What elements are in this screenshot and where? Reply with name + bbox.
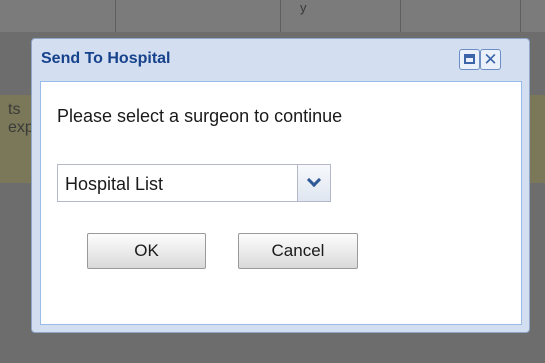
ok-button[interactable]: OK <box>87 233 206 269</box>
hospital-select[interactable]: Hospital List <box>57 164 331 202</box>
column-divider <box>520 0 521 32</box>
background-header-bar: y <box>0 0 545 32</box>
column-divider <box>115 0 116 32</box>
hospital-select-value: Hospital List <box>65 174 164 194</box>
cancel-button[interactable]: Cancel <box>238 233 358 269</box>
column-divider <box>400 0 401 32</box>
dialog-prompt: Please select a surgeon to continue <box>57 106 343 126</box>
hospital-select-trigger[interactable] <box>297 165 330 201</box>
maximize-icon <box>464 54 475 64</box>
dialog-titlebar[interactable]: Send To Hospital ✕ <box>32 39 529 81</box>
send-to-hospital-dialog: Send To Hospital ✕ Please select a surge… <box>31 38 530 333</box>
chevron-down-icon <box>306 172 322 188</box>
background-header-text: y <box>300 0 307 15</box>
close-icon: ✕ <box>483 50 498 69</box>
background-strip-text: exp <box>8 119 34 136</box>
dialog-title: Send To Hospital <box>41 50 171 67</box>
maximize-button[interactable] <box>459 49 480 70</box>
background-strip-text: ts <box>8 101 21 118</box>
column-divider <box>280 0 281 32</box>
dialog-body: Please select a surgeon to continue Hosp… <box>40 81 522 325</box>
close-button[interactable]: ✕ <box>480 49 501 70</box>
